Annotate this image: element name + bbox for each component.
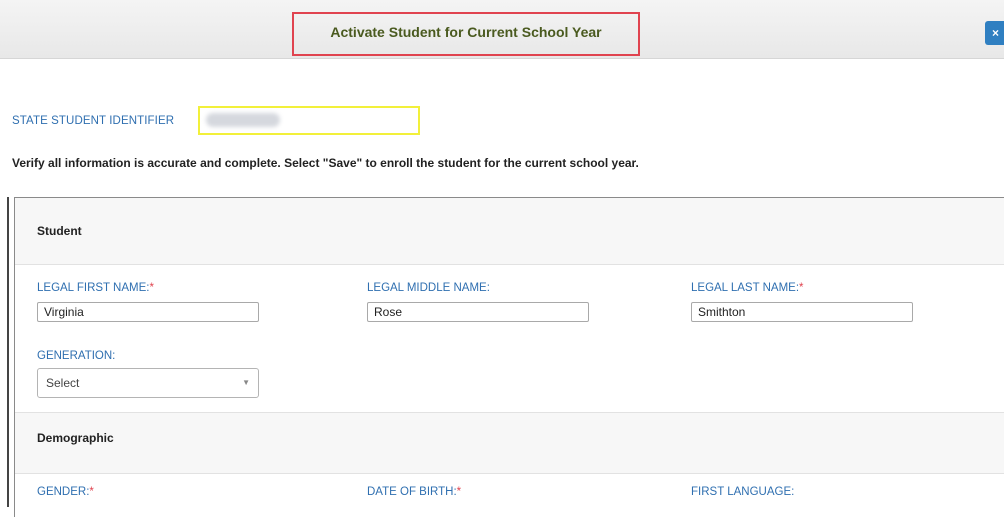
middle-name-input[interactable] <box>367 302 589 322</box>
dob-label: DATE OF BIRTH:* <box>367 486 462 498</box>
form-panel: Student LEGAL FIRST NAME:* LEGAL MIDDLE … <box>14 197 1004 517</box>
first-name-input[interactable] <box>37 302 259 322</box>
first-language-label: FIRST LANGUAGE: <box>691 486 795 498</box>
last-name-label: LEGAL LAST NAME:* <box>691 282 804 294</box>
instruction-text: Verify all information is accurate and c… <box>12 156 639 170</box>
close-button[interactable]: × <box>985 21 1004 45</box>
panel-edge <box>7 197 9 507</box>
identifier-row: STATE STUDENT IDENTIFIER <box>12 108 174 134</box>
demographic-section-title: Demographic <box>37 431 114 445</box>
identifier-value: 0047000223 <box>206 113 280 127</box>
first-name-label: LEGAL FIRST NAME:* <box>37 282 154 294</box>
generation-label: GENERATION: <box>37 350 116 362</box>
student-section-header: Student <box>15 198 1004 265</box>
close-icon: × <box>992 26 1000 40</box>
dialog-title: Activate Student for Current School Year <box>330 24 602 40</box>
required-marker: * <box>799 282 804 294</box>
required-marker: * <box>149 282 154 294</box>
last-name-input[interactable] <box>691 302 913 322</box>
dialog-header: Activate Student for Current School Year… <box>0 0 1004 66</box>
generation-select-value: Select <box>46 376 80 390</box>
chevron-down-icon: ▼ <box>242 378 250 387</box>
demographic-section-header: Demographic <box>15 412 1004 474</box>
required-marker: * <box>89 486 94 498</box>
identifier-label: STATE STUDENT IDENTIFIER <box>12 115 175 127</box>
student-section-title: Student <box>37 224 82 238</box>
generation-select[interactable]: Select ▼ <box>37 368 259 398</box>
middle-name-label: LEGAL MIDDLE NAME: <box>367 282 490 294</box>
gender-label: GENDER:* <box>37 486 94 498</box>
required-marker: * <box>456 486 462 498</box>
